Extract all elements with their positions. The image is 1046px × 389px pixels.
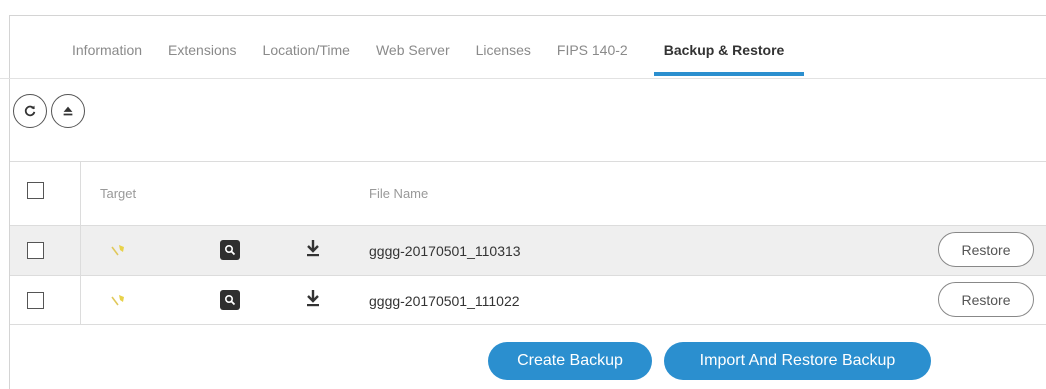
- refresh-icon: [24, 105, 36, 117]
- column-divider: [80, 162, 81, 225]
- search-icon: [224, 244, 236, 256]
- download-icon[interactable]: [305, 288, 321, 308]
- eject-upload-icon: [63, 106, 73, 116]
- column-divider: [80, 226, 81, 275]
- file-name: gggg-20170501_111022: [369, 293, 520, 309]
- refresh-button[interactable]: [13, 94, 47, 128]
- tab-fips[interactable]: FIPS 140-2: [557, 38, 628, 76]
- backup-table: Target File Name gggg-20170501_110313 Re…: [10, 161, 1046, 325]
- upload-button[interactable]: [51, 94, 85, 128]
- tab-backup-restore[interactable]: Backup & Restore: [653, 38, 805, 76]
- restore-button[interactable]: Restore: [938, 282, 1034, 317]
- column-divider: [80, 276, 81, 324]
- header-file-name: File Name: [369, 186, 429, 201]
- tab-bar: Information Extensions Location/Time Web…: [72, 38, 804, 78]
- target-icon: [111, 295, 124, 306]
- target-icon: [111, 245, 124, 256]
- row-checkbox[interactable]: [27, 242, 44, 259]
- search-icon: [224, 294, 236, 306]
- file-name: gggg-20170501_110313: [369, 243, 521, 259]
- tab-divider: [0, 78, 1046, 79]
- table-row[interactable]: gggg-20170501_111022 Restore: [10, 275, 1046, 325]
- tab-extensions[interactable]: Extensions: [168, 38, 236, 76]
- tab-location-time[interactable]: Location/Time: [263, 38, 350, 76]
- row-checkbox[interactable]: [27, 292, 44, 309]
- tab-information[interactable]: Information: [72, 38, 142, 76]
- view-button[interactable]: [220, 290, 240, 310]
- create-backup-button[interactable]: Create Backup: [488, 342, 652, 380]
- table-row[interactable]: gggg-20170501_110313 Restore: [10, 225, 1046, 275]
- download-icon[interactable]: [305, 238, 321, 258]
- table-header-row: Target File Name: [10, 161, 1046, 225]
- header-target: Target: [100, 186, 137, 201]
- tab-web-server[interactable]: Web Server: [376, 38, 450, 76]
- toolbar: [13, 94, 85, 128]
- select-all-checkbox[interactable]: [27, 182, 44, 199]
- view-button[interactable]: [220, 240, 240, 260]
- import-restore-backup-button[interactable]: Import And Restore Backup: [664, 342, 931, 380]
- restore-button[interactable]: Restore: [938, 232, 1034, 267]
- tab-licenses[interactable]: Licenses: [476, 38, 531, 76]
